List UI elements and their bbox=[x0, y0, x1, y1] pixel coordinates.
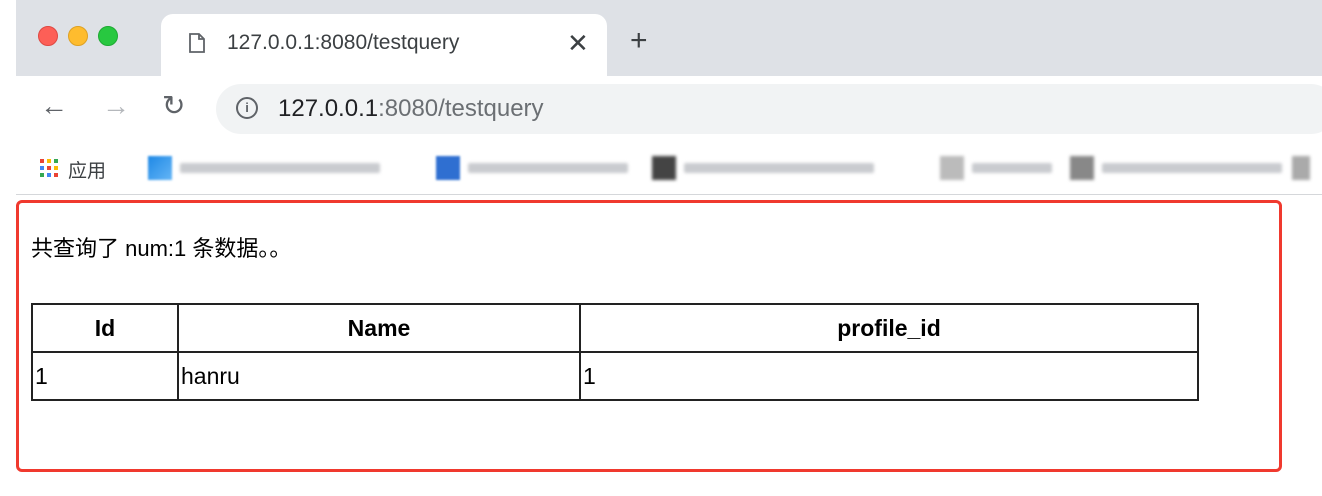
url-host: 127.0.0.1 bbox=[278, 95, 379, 122]
back-arrow-icon[interactable]: ← bbox=[40, 92, 68, 120]
blurred-bookmark-label bbox=[972, 163, 1052, 173]
close-window-button[interactable] bbox=[38, 26, 58, 46]
forward-arrow-icon[interactable]: → bbox=[102, 92, 130, 120]
column-header-profile-id: profile_id bbox=[579, 303, 1199, 353]
site-info-icon[interactable]: i bbox=[236, 97, 258, 119]
document-icon bbox=[189, 33, 205, 58]
window-controls bbox=[38, 26, 118, 46]
bookmark-item[interactable] bbox=[1070, 154, 1282, 182]
results-table: Id Name profile_id 1 hanru 1 bbox=[31, 303, 1199, 401]
browser-window: 127.0.0.1:8080/testquery ✕ + ← → ↻ i 127… bbox=[16, 0, 1322, 496]
tab-title: 127.0.0.1:8080/testquery bbox=[227, 31, 460, 54]
page-content-highlight: 共查询了 num:1 条数据。。 Id Name profile_id 1 ha… bbox=[16, 200, 1282, 472]
zoom-window-button[interactable] bbox=[98, 26, 118, 46]
address-url[interactable]: 127.0.0.1:8080/testquery bbox=[278, 95, 544, 123]
close-tab-icon[interactable]: ✕ bbox=[567, 28, 589, 59]
bookmark-item[interactable] bbox=[652, 154, 874, 182]
toolbar: ← → ↻ i 127.0.0.1:8080/testquery bbox=[16, 76, 1322, 142]
blurred-bookmark-label bbox=[180, 163, 380, 173]
cell-id: 1 bbox=[31, 351, 179, 401]
new-tab-button[interactable]: + bbox=[630, 26, 648, 56]
table-row: 1 hanru 1 bbox=[31, 351, 1199, 401]
bookmark-favicon-icon bbox=[436, 156, 460, 180]
active-tab[interactable]: 127.0.0.1:8080/testquery ✕ bbox=[161, 14, 607, 76]
blurred-bookmark-label bbox=[684, 163, 874, 173]
apps-label[interactable]: 应用 bbox=[68, 156, 106, 183]
bookmark-item[interactable] bbox=[436, 154, 628, 182]
tab-strip: 127.0.0.1:8080/testquery ✕ + bbox=[16, 0, 1322, 76]
column-header-name: Name bbox=[177, 303, 581, 353]
bookmark-favicon-icon bbox=[940, 156, 964, 180]
url-path: :8080/testquery bbox=[378, 95, 544, 122]
minimize-window-button[interactable] bbox=[68, 26, 88, 46]
cell-name: hanru bbox=[177, 351, 581, 401]
bookmark-item[interactable] bbox=[1292, 154, 1310, 182]
bookmark-favicon-icon bbox=[1292, 156, 1310, 180]
bookmark-item[interactable] bbox=[148, 154, 380, 182]
bookmark-favicon-icon bbox=[1070, 156, 1094, 180]
bookmark-item[interactable] bbox=[940, 154, 1052, 182]
bookmark-favicon-icon bbox=[148, 156, 172, 180]
reload-icon[interactable]: ↻ bbox=[162, 92, 185, 120]
query-summary: 共查询了 num:1 条数据。。 bbox=[31, 236, 292, 261]
cell-profile-id: 1 bbox=[579, 351, 1199, 401]
apps-grid-icon[interactable] bbox=[40, 159, 58, 177]
bookmarks-bar: 应用 bbox=[16, 142, 1322, 195]
blurred-bookmark-label bbox=[1102, 163, 1282, 173]
address-bar[interactable]: i 127.0.0.1:8080/testquery bbox=[216, 84, 1322, 134]
blurred-bookmark-label bbox=[468, 163, 628, 173]
table-header-row: Id Name profile_id bbox=[31, 303, 1199, 353]
bookmark-favicon-icon bbox=[652, 156, 676, 180]
column-header-id: Id bbox=[31, 303, 179, 353]
